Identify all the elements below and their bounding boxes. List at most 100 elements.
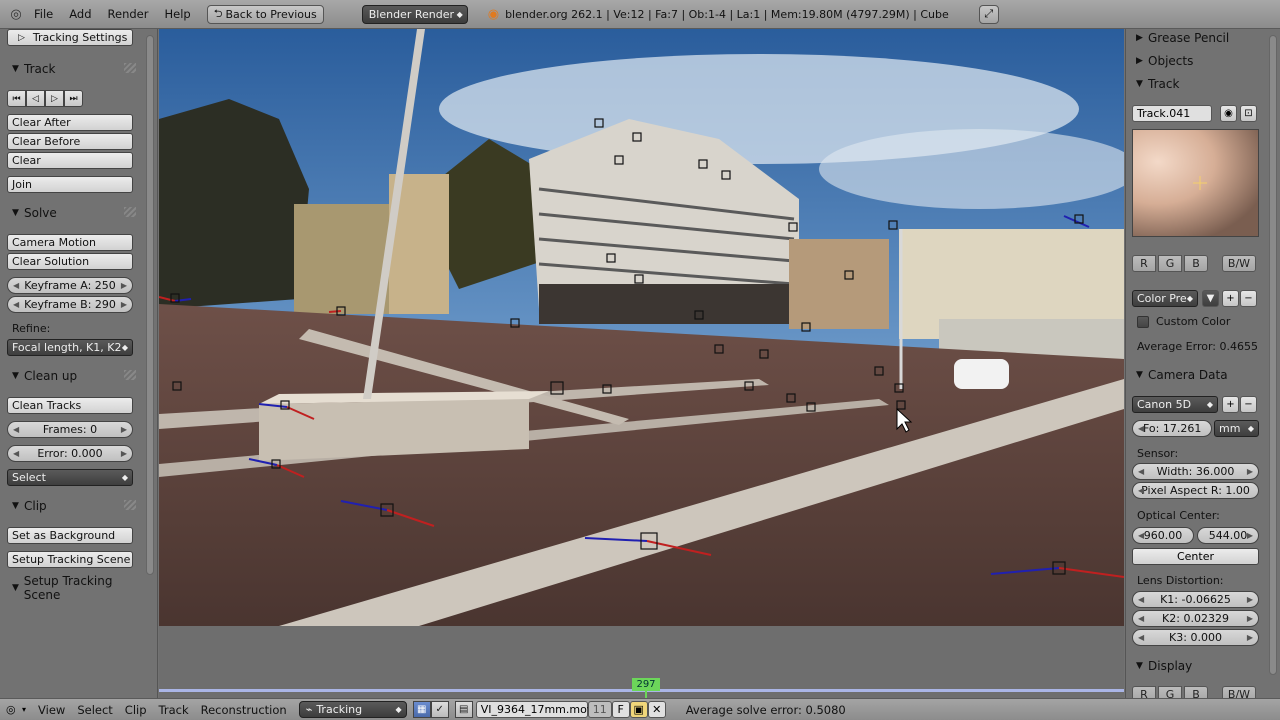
display-panel-header[interactable]: ▼ Display [1126,656,1264,676]
menu-help[interactable]: Help [156,7,198,21]
unlink-clip-icon[interactable]: ✕ [647,701,666,718]
menu-add[interactable]: Add [61,7,99,21]
decrement-arrow-icon[interactable]: ◀ [1138,424,1144,433]
channel-blue-toggle[interactable]: B [1184,255,1208,272]
menu-file[interactable]: File [26,7,61,21]
clean-tracks-button[interactable]: Clean Tracks [7,397,133,414]
drag-grip-icon[interactable] [124,370,136,380]
preset-menu-icon[interactable]: ▼ [1202,290,1219,307]
lock-icon[interactable]: ⊡ [1240,105,1257,122]
editor-mode-select[interactable]: ⌁ Tracking ◆ [298,701,407,718]
clear-solution-button[interactable]: Clear Solution [7,253,133,270]
clear-after-button[interactable]: Clear After [7,114,133,131]
camera-preset-select[interactable]: Canon 5D ◆ [1132,396,1218,413]
clip-editor-viewport[interactable]: 297 [159,29,1124,698]
decrement-arrow-icon[interactable]: ◀ [1138,614,1144,623]
solve-panel-header[interactable]: ▼ Solve [0,202,140,224]
sensor-width-field[interactable]: ◀ Width: 36.000 ▶ [1132,463,1259,480]
error-field[interactable]: ◀ Error: 0.000 ▶ [7,445,133,462]
clear-button[interactable]: Clear [7,152,133,169]
join-button[interactable]: Join [7,176,133,193]
increment-arrow-icon[interactable]: ▶ [1247,595,1253,604]
timeline-strip[interactable]: 297 [159,626,1124,698]
refine-select[interactable]: Focal length, K1, K2 ◆ [7,339,133,356]
open-clip-icon[interactable]: ▣ [629,701,648,718]
tracking-settings-header[interactable]: ▷ Tracking Settings [7,29,133,46]
editor-type-icon[interactable]: ◎ [6,7,26,22]
increment-arrow-icon[interactable]: ▶ [121,449,127,458]
k3-field[interactable]: ◀ K3: 0.000 ▶ [1132,629,1259,646]
clip-browse-icon[interactable]: ▤ [454,701,473,718]
k1-field[interactable]: ◀ K1: -0.06625 ▶ [1132,591,1259,608]
channel-green-toggle[interactable]: G [1158,255,1182,272]
tool-shelf-scrollbar[interactable] [146,35,154,575]
cleanup-action-select[interactable]: Select ◆ [7,469,133,486]
movie-clip-frame[interactable] [159,29,1124,626]
setup-tracking-scene-button[interactable]: Setup Tracking Scene [7,551,133,568]
k2-field[interactable]: ◀ K2: 0.02329 ▶ [1132,610,1259,627]
optical-center-x-field[interactable]: ◀ 960.00 [1132,527,1194,544]
increment-arrow-icon[interactable]: ▶ [1247,614,1253,623]
add-preset-icon[interactable]: + [1222,290,1239,307]
drag-grip-icon[interactable] [124,207,136,217]
keyframe-a-field[interactable]: ◀ Keyframe A: 250 ▶ [7,277,133,294]
fake-user-toggle[interactable]: F [611,701,630,718]
track-prev-frame-icon[interactable]: ◁ [26,90,45,107]
increment-arrow-icon[interactable]: ▶ [121,425,127,434]
drag-grip-icon[interactable] [124,63,136,73]
eye-icon[interactable]: ◉ [1220,105,1237,122]
camera-data-panel-header[interactable]: ▼ Camera Data [1126,365,1264,385]
focal-units-select[interactable]: mm ◆ [1214,420,1259,437]
increment-arrow-icon[interactable]: ▶ [1247,467,1253,476]
track-panel-header[interactable]: ▼ Track [1126,74,1264,94]
color-preset-select[interactable]: Color Pre ◆ [1132,290,1198,307]
increment-arrow-icon[interactable]: ▶ [121,300,127,309]
pixel-aspect-field[interactable]: ◀ Pixel Aspect R: 1.00 [1132,482,1259,499]
drag-grip-icon[interactable] [124,500,136,510]
menu-render[interactable]: Render [100,7,157,21]
grease-pencil-panel-header[interactable]: ▶ Grease Pencil [1126,28,1264,48]
menu-track[interactable]: Track [153,703,195,717]
menu-toggle-icon[interactable]: ▾ [22,705,26,714]
custom-color-checkbox[interactable] [1137,316,1149,328]
decrement-arrow-icon[interactable]: ◀ [1138,467,1144,476]
decrement-arrow-icon[interactable]: ◀ [13,300,19,309]
remove-preset-icon[interactable]: − [1240,290,1257,307]
decrement-arrow-icon[interactable]: ◀ [1138,633,1144,642]
track-forwards-icon[interactable]: ⏭ [64,90,83,107]
track-marker-preview[interactable] [1132,129,1259,237]
graph-icon[interactable]: ✓ [430,701,449,718]
channel-red-toggle[interactable]: R [1132,255,1156,272]
menu-view[interactable]: View [32,703,71,717]
menu-reconstruction[interactable]: Reconstruction [195,703,293,717]
decrement-arrow-icon[interactable]: ◀ [1138,531,1144,540]
editor-type-icon[interactable]: ◎ [6,703,22,716]
menu-select[interactable]: Select [71,703,118,717]
camera-motion-button[interactable]: Camera Motion [7,234,133,251]
cleanup-panel-header[interactable]: ▼ Clean up [0,365,140,387]
increment-arrow-icon[interactable]: ▶ [1247,531,1253,540]
back-to-previous-button[interactable]: ⮌ Back to Previous [206,4,324,24]
clip-panel-header[interactable]: ▼ Clip [0,495,140,517]
set-as-background-button[interactable]: Set as Background [7,527,133,544]
decrement-arrow-icon[interactable]: ◀ [13,449,19,458]
track-next-frame-icon[interactable]: ▷ [45,90,64,107]
decrement-arrow-icon[interactable]: ◀ [1138,486,1144,495]
decrement-arrow-icon[interactable]: ◀ [13,425,19,434]
decrement-arrow-icon[interactable]: ◀ [13,281,19,290]
setup-tracking-scene-panel-header[interactable]: ▼ Setup Tracking Scene [0,574,150,602]
track-name-input[interactable]: Track.041 [1132,105,1212,122]
keyframe-b-field[interactable]: ◀ Keyframe B: 290 ▶ [7,296,133,313]
track-backwards-icon[interactable]: ⏮ [7,90,26,107]
frames-field[interactable]: ◀ Frames: 0 ▶ [7,421,133,438]
fullscreen-icon[interactable]: ⤢ [978,4,999,24]
optical-center-y-field[interactable]: 544.00 ▶ [1197,527,1259,544]
center-button[interactable]: Center [1132,548,1259,565]
decrement-arrow-icon[interactable]: ◀ [1138,595,1144,604]
focal-length-field[interactable]: ◀ Fo: 17.261 [1132,420,1212,437]
display-mode-icon[interactable]: ▦ [412,701,431,718]
render-engine-select[interactable]: Blender Render ◆ [361,4,468,24]
track-panel-header[interactable]: ▼ Track [0,58,140,80]
clear-before-button[interactable]: Clear Before [7,133,133,150]
increment-arrow-icon[interactable]: ▶ [1247,633,1253,642]
